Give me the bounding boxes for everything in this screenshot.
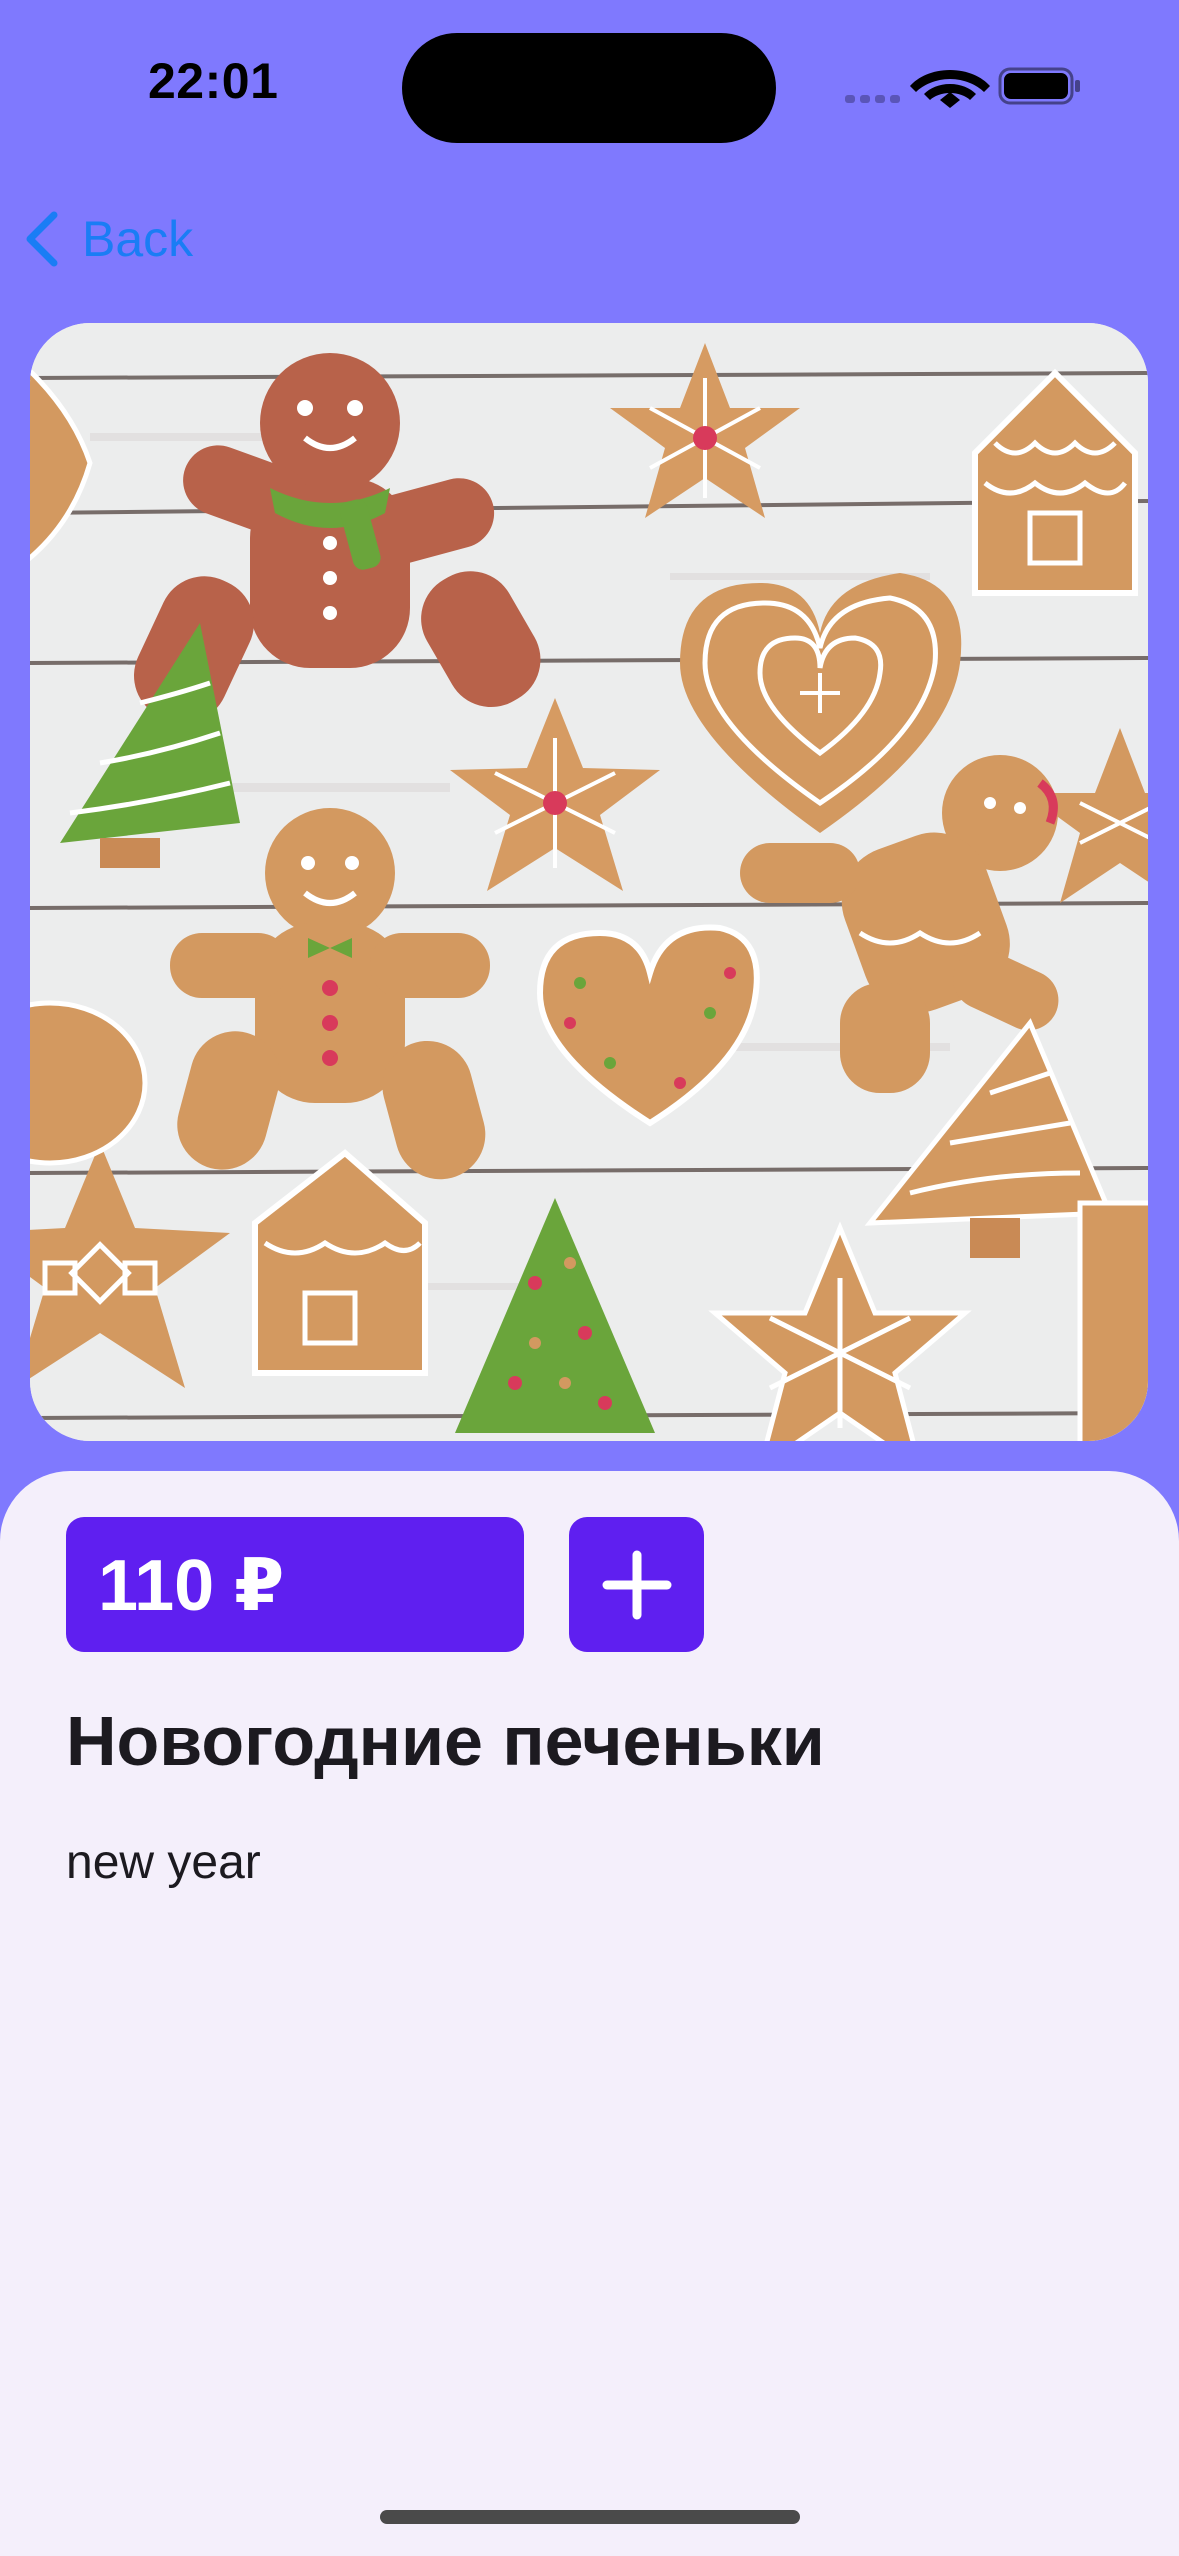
dynamic-island <box>402 33 776 143</box>
battery-icon <box>998 67 1080 105</box>
product-details-sheet: 110 ₽ Новогодние печеньки new year <box>0 1471 1179 2556</box>
home-indicator[interactable] <box>380 2510 800 2524</box>
wifi-icon <box>910 70 990 108</box>
price-button[interactable]: 110 ₽ <box>66 1517 524 1652</box>
status-time: 22:01 <box>148 53 279 109</box>
status-icons <box>845 67 1080 108</box>
add-to-cart-button[interactable] <box>569 1517 704 1652</box>
cellular-signal-icon <box>845 95 900 103</box>
product-description: new year <box>66 1836 261 1889</box>
plus-icon <box>602 1550 671 1619</box>
navigation-bar: Back <box>0 180 1179 280</box>
status-bar: 22:01 <box>0 0 1179 175</box>
back-label: Back <box>82 211 194 267</box>
back-button[interactable]: Back <box>22 194 193 284</box>
product-title: Новогодние печеньки <box>66 1702 825 1780</box>
product-image <box>30 323 1148 1441</box>
chevron-left-icon <box>26 211 58 267</box>
gingerbread-cookies-photo <box>30 323 1148 1441</box>
